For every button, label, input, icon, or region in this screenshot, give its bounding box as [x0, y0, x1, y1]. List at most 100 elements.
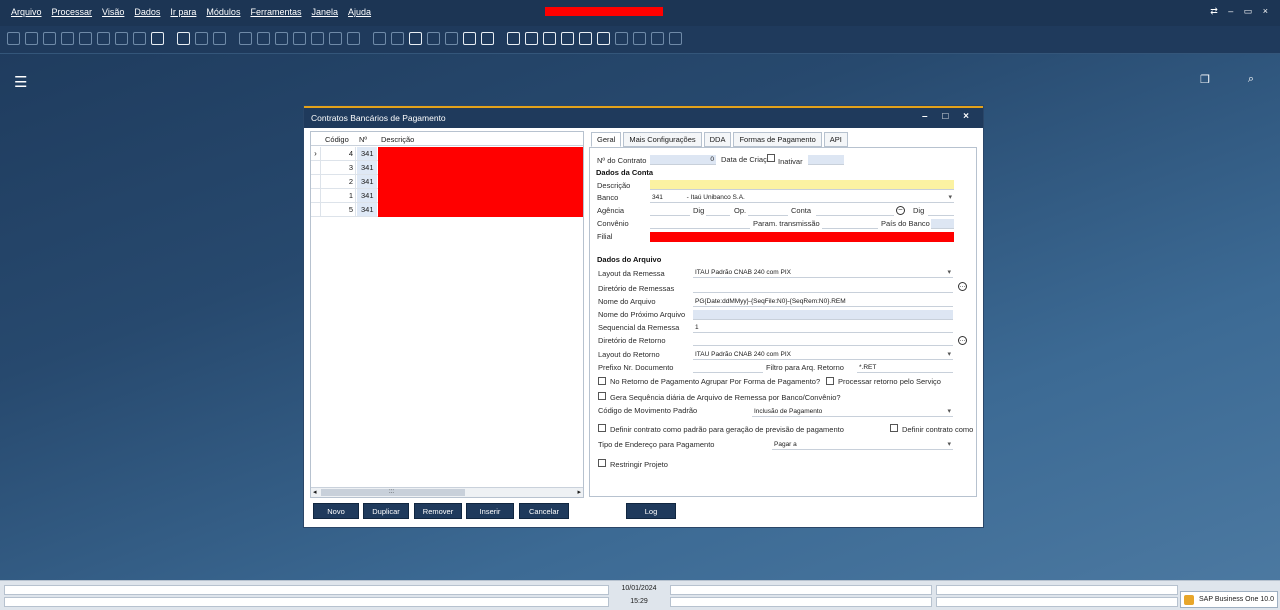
first-icon[interactable] [239, 32, 252, 45]
print-icon[interactable] [25, 32, 38, 45]
target-doc-icon[interactable] [391, 32, 404, 45]
window-controls[interactable]: ⇄ – ▭ × [1210, 6, 1272, 17]
log-button[interactable]: Log [626, 503, 676, 519]
agencia-field[interactable] [650, 206, 690, 216]
filter-icon[interactable] [329, 32, 342, 45]
gross-profit-icon[interactable] [427, 32, 440, 45]
menu-ir-para[interactable]: Ir para [170, 7, 196, 17]
menu-arquivo[interactable]: Arquivo [11, 7, 42, 17]
tipo-endereco-select[interactable]: Pagar a [772, 440, 953, 450]
cancelar-button[interactable]: Cancelar [519, 503, 569, 519]
tab-formas-pagamento[interactable]: Formas de Pagamento [733, 132, 822, 147]
menu-dados[interactable]: Dados [134, 7, 160, 17]
menu-processar[interactable]: Processar [52, 7, 93, 17]
scroll-left-icon[interactable]: ◂ [313, 488, 317, 496]
settings-icon[interactable] [213, 32, 226, 45]
next-icon[interactable] [275, 32, 288, 45]
inativar-checkbox[interactable] [767, 154, 775, 162]
lookup-icon[interactable] [651, 32, 664, 45]
hamburger-menu-icon[interactable]: ☰ [14, 73, 27, 91]
table-row[interactable]: 3 341 [311, 161, 583, 175]
banco-select[interactable]: 341 - Itaú Unibanco S.A. [650, 193, 954, 203]
tab-dda[interactable]: DDA [703, 132, 732, 147]
conta-lookup-icon[interactable]: – [896, 206, 905, 215]
layout-remessa-select[interactable]: ITAU Padrão CNAB 240 com PIX [693, 268, 953, 278]
pdf-icon[interactable] [133, 32, 146, 45]
table-row[interactable]: 1 341 [311, 189, 583, 203]
param-transmissao-field[interactable] [822, 219, 878, 229]
restringir-checkbox[interactable] [598, 459, 606, 467]
nro-contrato-field[interactable]: 0 [650, 155, 716, 165]
calendar-icon[interactable] [525, 32, 538, 45]
message-icon[interactable] [543, 32, 556, 45]
dialog-window-controls[interactable]: – □ × [922, 111, 975, 122]
cod-mov-select[interactable]: Inclusão de Pagamento [752, 407, 953, 417]
draft-icon[interactable] [463, 32, 476, 45]
transaction-journal-icon[interactable] [481, 32, 494, 45]
scroll-right-icon[interactable]: ▸ [577, 488, 581, 496]
user-icon[interactable] [579, 32, 592, 45]
filter-form-icon[interactable] [177, 32, 190, 45]
servico-checkbox[interactable] [826, 377, 834, 385]
filtro-field[interactable]: *.RET [857, 363, 953, 373]
remover-button[interactable]: Remover [414, 503, 462, 519]
tab-geral[interactable]: Geral [591, 132, 622, 147]
query-icon[interactable] [633, 32, 646, 45]
table-row[interactable]: › 4 341 [311, 147, 583, 161]
sequencial-field[interactable]: 1 [693, 323, 953, 333]
grid-horizontal-scrollbar[interactable]: ◂ ::: ▸ [311, 487, 583, 497]
menu-modulos[interactable]: Módulos [206, 7, 240, 17]
export-icon[interactable] [61, 32, 74, 45]
dir-remessas-field[interactable] [693, 283, 953, 293]
table-row[interactable]: 5 341 [311, 203, 583, 217]
row-selector[interactable] [311, 189, 321, 202]
pais-banco-field[interactable] [931, 219, 954, 229]
layout-icon[interactable] [409, 32, 422, 45]
convenio-field[interactable] [650, 219, 750, 229]
descricao-field[interactable] [650, 180, 954, 190]
tab-mais-configuracoes[interactable]: Mais Configurações [623, 132, 702, 147]
report-icon[interactable] [561, 32, 574, 45]
padrao-previsao-checkbox[interactable] [598, 424, 606, 432]
row-selector[interactable] [311, 203, 321, 216]
agencia-dig-field[interactable] [706, 206, 730, 216]
journal-icon[interactable] [445, 32, 458, 45]
col-numero[interactable]: Nº [359, 135, 367, 144]
row-selector[interactable] [311, 161, 321, 174]
nome-arquivo-field[interactable]: PG{Date:ddMMyy}-{SeqFile:N0}-{SeqRem:N0}… [693, 297, 953, 307]
col-codigo[interactable]: Código [325, 135, 349, 144]
menu-ferramentas[interactable]: Ferramentas [250, 7, 301, 17]
table-row[interactable]: 2 341 [311, 175, 583, 189]
duplicar-button[interactable]: Duplicar [363, 503, 409, 519]
novo-button[interactable]: Novo [313, 503, 359, 519]
filial-field[interactable] [650, 232, 954, 242]
window-icon[interactable]: ❐ [1200, 73, 1210, 86]
sap-taskbar-item[interactable]: SAP Business One 10.0 [1180, 591, 1278, 608]
email-icon[interactable] [43, 32, 56, 45]
prefixo-field[interactable] [693, 363, 763, 373]
menu-janela[interactable]: Janela [311, 7, 338, 17]
sms-icon[interactable] [79, 32, 92, 45]
print-preview-icon[interactable] [7, 32, 20, 45]
help-icon[interactable] [669, 32, 682, 45]
chart-icon[interactable] [597, 32, 610, 45]
row-selector[interactable] [311, 175, 321, 188]
sequencia-checkbox[interactable] [598, 392, 606, 400]
search-icon[interactable]: ⌕ [1248, 73, 1254, 86]
launch-icon[interactable] [195, 32, 208, 45]
tab-api[interactable]: API [823, 132, 848, 147]
op-field[interactable] [748, 206, 788, 216]
history-icon[interactable] [615, 32, 628, 45]
inserir-button[interactable]: Inserir [466, 503, 514, 519]
base-doc-icon[interactable] [373, 32, 386, 45]
col-descricao[interactable]: Descrição [381, 135, 414, 144]
move-icon[interactable] [151, 32, 164, 45]
inativar-date-field[interactable] [808, 155, 844, 165]
dir-retorno-field[interactable] [693, 336, 953, 346]
row-selector[interactable]: › [311, 147, 321, 160]
approval-icon[interactable] [507, 32, 520, 45]
refresh-icon[interactable] [311, 32, 324, 45]
prev-icon[interactable] [257, 32, 270, 45]
word-icon[interactable] [115, 32, 128, 45]
menu-ajuda[interactable]: Ajuda [348, 7, 371, 17]
